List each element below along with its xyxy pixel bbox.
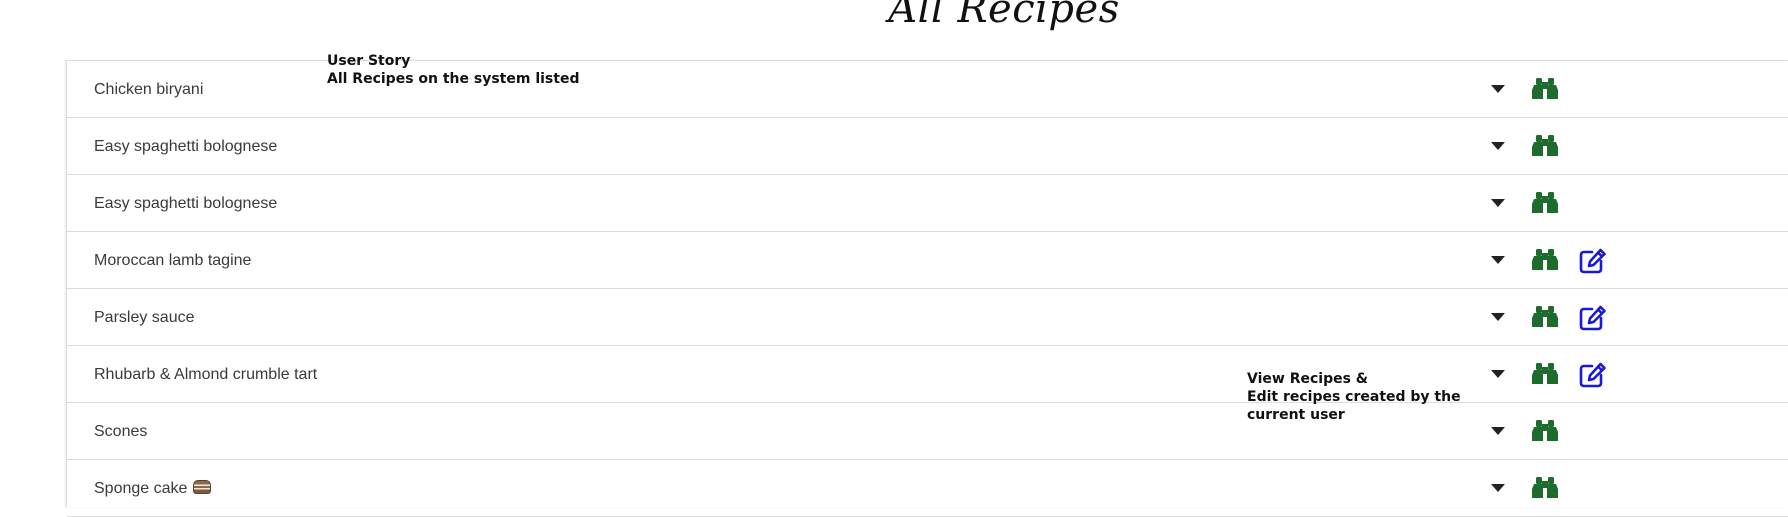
expand-caret-icon[interactable] xyxy=(1485,307,1511,329)
recipe-row[interactable]: Sponge cake xyxy=(67,460,1788,517)
expand-caret-icon[interactable] xyxy=(1485,421,1511,443)
binoculars-icon[interactable] xyxy=(1530,190,1560,216)
recipe-name: Rhubarb & Almond crumble tart xyxy=(94,366,318,383)
annotation-line: User Story xyxy=(327,53,411,69)
recipe-name: Easy spaghetti bolognese xyxy=(94,138,278,155)
recipe-row[interactable]: Chicken biryani xyxy=(67,61,1788,118)
recipe-name-text: Sponge cake xyxy=(94,480,188,497)
recipe-name: Easy spaghetti bolognese xyxy=(94,195,278,212)
recipe-name: Sponge cake xyxy=(94,460,212,517)
binoculars-icon[interactable] xyxy=(1530,247,1560,273)
edit-icon[interactable] xyxy=(1578,361,1608,389)
page-title: All Recipes xyxy=(888,0,1120,32)
recipe-name: Moroccan lamb tagine xyxy=(94,252,252,269)
binoculars-icon[interactable] xyxy=(1530,76,1560,102)
annotation-line: All Recipes on the system listed xyxy=(327,71,580,87)
recipe-row[interactable]: Parsley sauce xyxy=(67,289,1788,346)
recipe-name: Scones xyxy=(94,423,148,440)
recipe-row[interactable]: Rhubarb & Almond crumble tart xyxy=(67,346,1788,403)
recipe-row[interactable]: Scones xyxy=(67,403,1788,460)
expand-caret-icon[interactable] xyxy=(1485,136,1511,158)
view-edit-annotation: View Recipes & Edit recipes created by t… xyxy=(1247,370,1461,424)
binoculars-icon[interactable] xyxy=(1530,361,1560,387)
expand-caret-icon[interactable] xyxy=(1485,478,1511,500)
binoculars-icon[interactable] xyxy=(1530,475,1560,501)
annotation-line: Edit recipes created by the xyxy=(1247,389,1461,405)
user-story-annotation: User Story All Recipes on the system lis… xyxy=(327,52,579,88)
recipe-row[interactable]: Moroccan lamb tagine xyxy=(67,232,1788,289)
expand-caret-icon[interactable] xyxy=(1485,250,1511,272)
expand-caret-icon[interactable] xyxy=(1485,193,1511,215)
expand-caret-icon[interactable] xyxy=(1485,364,1511,386)
recipe-row[interactable]: Easy spaghetti bolognese xyxy=(67,118,1788,175)
binoculars-icon[interactable] xyxy=(1530,304,1560,330)
annotation-line: View Recipes & xyxy=(1247,371,1368,387)
binoculars-icon[interactable] xyxy=(1530,133,1560,159)
cake-icon xyxy=(193,480,212,494)
recipe-list: Chicken biryani Easy spaghetti bolognese… xyxy=(66,60,1788,517)
annotation-line: current user xyxy=(1247,407,1345,423)
recipe-row[interactable]: Easy spaghetti bolognese xyxy=(67,175,1788,232)
expand-caret-icon[interactable] xyxy=(1485,79,1511,101)
binoculars-icon[interactable] xyxy=(1530,418,1560,444)
recipe-name: Parsley sauce xyxy=(94,309,195,326)
edit-icon[interactable] xyxy=(1578,247,1608,275)
edit-icon[interactable] xyxy=(1578,304,1608,332)
recipe-name: Chicken biryani xyxy=(94,81,204,98)
